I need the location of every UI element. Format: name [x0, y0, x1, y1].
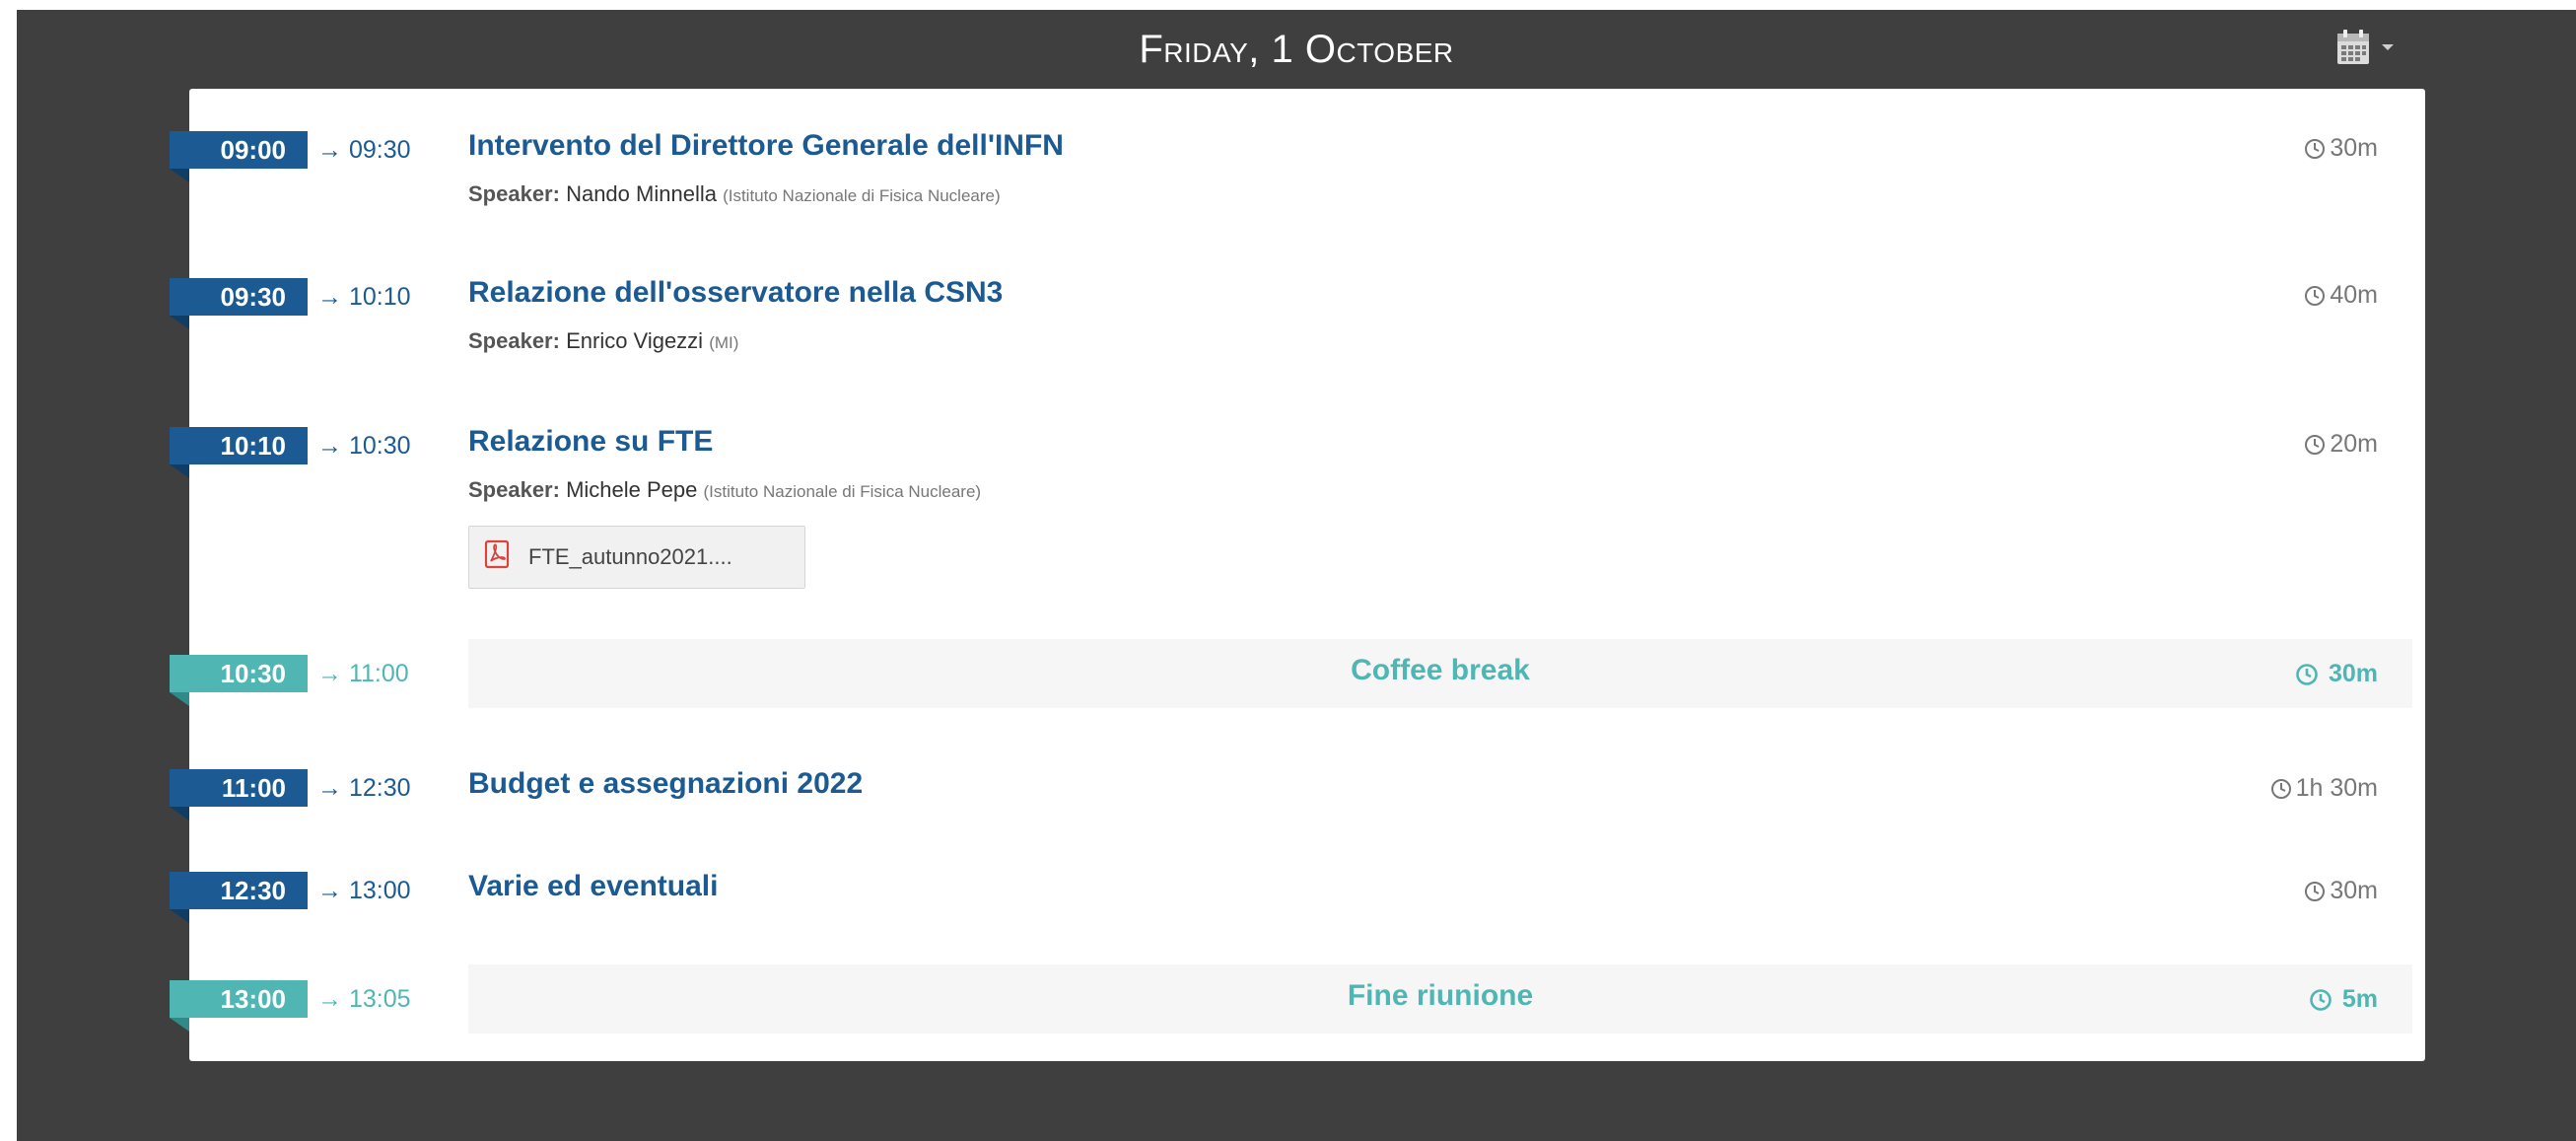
- badge-fold: [170, 909, 189, 923]
- duration-text: 30m: [2328, 660, 2378, 687]
- calendar-export-button[interactable]: [2335, 27, 2406, 68]
- badge-fold: [170, 1018, 189, 1032]
- speaker-line: Speaker: Nando Minnella (Istituto Nazion…: [468, 181, 1001, 207]
- duration-text: 30m: [2330, 134, 2378, 162]
- attachment-filename: FTE_autunno2021....: [528, 544, 732, 569]
- break-title: Fine riunione: [1347, 979, 1534, 1012]
- speaker-line: Speaker: Enrico Vigezzi (MI): [468, 328, 738, 354]
- contribution-title-link[interactable]: Relazione su FTE: [468, 425, 713, 459]
- duration-text: 5m: [2341, 985, 2378, 1013]
- duration: 40m: [2304, 281, 2378, 310]
- clock-icon: [2304, 285, 2326, 307]
- start-time-badge: 09:30: [170, 278, 308, 316]
- start-time-badge: 09:00: [170, 131, 308, 169]
- clock-icon: [2304, 138, 2326, 160]
- end-time: → 13:05: [317, 984, 411, 1013]
- speaker-affiliation: (Istituto Nazionale di Fisica Nucleare): [723, 186, 1001, 205]
- end-time: → 12:30: [317, 773, 411, 802]
- clock-icon: [2270, 778, 2292, 800]
- contribution-title-link[interactable]: Varie ed eventuali: [468, 870, 718, 903]
- end-time: → 11:00: [317, 659, 409, 687]
- duration: 30m: [2295, 660, 2378, 688]
- badge-fold: [170, 316, 189, 329]
- end-time: → 10:10: [317, 282, 411, 311]
- start-time-badge: 11:00: [170, 769, 308, 807]
- break-box: Coffee break: [468, 639, 2412, 708]
- start-time-badge: 10:30: [170, 655, 308, 692]
- start-time-badge: 10:10: [170, 427, 308, 464]
- speaker-label: Speaker:: [468, 181, 560, 206]
- duration-text: 30m: [2330, 877, 2378, 904]
- clock-icon: [2295, 663, 2319, 686]
- duration-text: 1h 30m: [2295, 774, 2378, 802]
- start-time-badge: 13:00: [170, 980, 308, 1018]
- caret-down-icon: [2381, 42, 2395, 52]
- end-time: → 13:00: [317, 876, 411, 904]
- duration: 30m: [2304, 134, 2378, 163]
- speaker-label: Speaker:: [468, 328, 560, 353]
- badge-fold: [170, 807, 189, 820]
- badge-fold: [170, 464, 189, 478]
- end-time: → 09:30: [317, 135, 411, 164]
- break-title: Coffee break: [1351, 654, 1530, 686]
- duration: 1h 30m: [2270, 774, 2378, 803]
- day-title: Friday, 1 October: [1139, 28, 1454, 71]
- speaker-affiliation: (Istituto Nazionale di Fisica Nucleare): [703, 482, 982, 501]
- start-time-badge: 12:30: [170, 872, 308, 909]
- pdf-icon: [483, 539, 511, 575]
- timetable-card: 09:00 → 09:30 Intervento del Direttore G…: [170, 89, 2425, 1061]
- badge-fold: [170, 169, 189, 182]
- speaker-name: Enrico Vigezzi: [566, 328, 704, 353]
- duration: 5m: [2309, 985, 2378, 1014]
- contribution-title-link[interactable]: Intervento del Direttore Generale dell'I…: [468, 129, 1064, 163]
- speaker-label: Speaker:: [468, 477, 560, 502]
- break-box: Fine riunione: [468, 964, 2412, 1034]
- end-time: → 10:30: [317, 431, 411, 460]
- clock-icon: [2309, 988, 2332, 1012]
- timetable-frame: Friday, 1 October 09:00 → 09:30 Interven…: [17, 10, 2576, 1141]
- speaker-affiliation: (MI): [709, 333, 739, 352]
- contribution-title-link[interactable]: Relazione dell'osservatore nella CSN3: [468, 276, 1003, 310]
- badge-fold: [170, 692, 189, 706]
- day-header: Friday, 1 October: [17, 10, 2576, 89]
- duration-text: 40m: [2330, 281, 2378, 309]
- clock-icon: [2304, 881, 2326, 902]
- clock-icon: [2304, 434, 2326, 456]
- calendar-icon: [2335, 29, 2371, 66]
- duration: 30m: [2304, 877, 2378, 905]
- duration: 20m: [2304, 430, 2378, 459]
- attachment-button[interactable]: FTE_autunno2021....: [468, 526, 805, 589]
- contribution-title-link[interactable]: Budget e assegnazioni 2022: [468, 767, 863, 801]
- speaker-line: Speaker: Michele Pepe (Istituto Nazional…: [468, 477, 981, 503]
- speaker-name: Michele Pepe: [566, 477, 698, 502]
- duration-text: 20m: [2330, 430, 2378, 458]
- speaker-name: Nando Minnella: [566, 181, 717, 206]
